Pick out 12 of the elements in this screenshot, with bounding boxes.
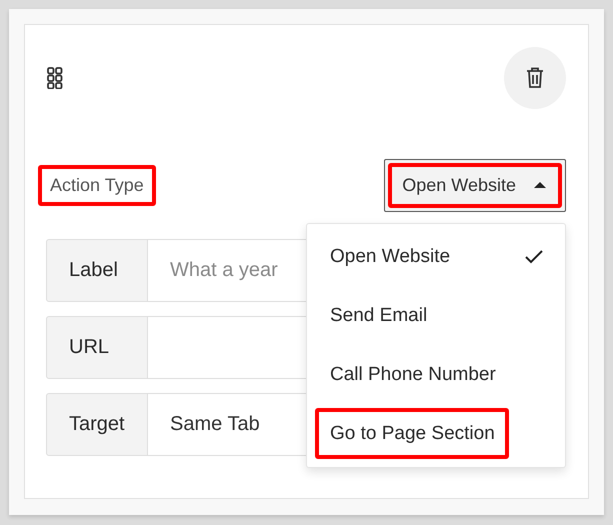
caret-icon [534, 181, 546, 189]
menu-item[interactable]: Go to Page Section [315, 408, 509, 459]
field-label: Target [46, 393, 148, 456]
trash-icon [526, 67, 544, 89]
field-label: URL [46, 316, 148, 379]
menu-item[interactable]: Send Email [315, 290, 557, 341]
dropdown[interactable]: Open Website [388, 162, 562, 208]
menu-item[interactable]: Call Phone Number [315, 349, 557, 400]
drag-handle-icon[interactable] [47, 67, 63, 89]
field-label: Action Type [38, 164, 156, 206]
field-label: Label [46, 239, 148, 302]
menu-item[interactable]: Open Website [315, 231, 557, 282]
